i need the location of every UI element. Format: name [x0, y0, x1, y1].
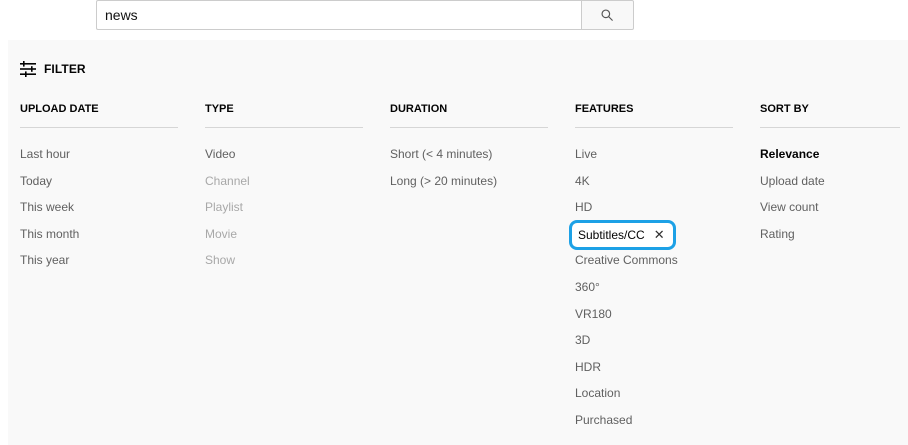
filter-option-show: Show — [205, 253, 236, 268]
search-input[interactable] — [96, 0, 581, 30]
group-title-sort-by: SORT BY — [760, 103, 809, 115]
group-title-upload-date: UPLOAD DATE — [20, 103, 99, 115]
selected-filter-label: Subtitles/CC — [578, 227, 645, 242]
filter-option-playlist: Playlist — [205, 200, 244, 215]
group-divider — [575, 127, 733, 128]
filter-option-this-year[interactable]: This year — [20, 253, 180, 280]
filter-option-3d[interactable]: 3D — [575, 333, 735, 360]
sort-option-rating[interactable]: Rating — [760, 227, 908, 254]
filter-option-movie: Movie — [205, 226, 238, 241]
group-divider — [390, 127, 548, 128]
filter-option-long[interactable]: Long (> 20 minutes) — [390, 174, 550, 201]
tune-icon — [20, 61, 36, 77]
search-button[interactable] — [580, 0, 634, 30]
filter-option-4k[interactable]: 4K — [575, 174, 735, 201]
sort-option-upload-date[interactable]: Upload date — [760, 174, 908, 201]
group-title-type: TYPE — [205, 103, 234, 115]
filter-group-type: TYPE Video Channel Playlist Movie Show — [205, 102, 365, 280]
filter-option-channel: Channel — [205, 173, 250, 188]
filter-option-hdr[interactable]: HDR — [575, 360, 735, 387]
filter-option-360[interactable]: 360° — [575, 280, 735, 307]
filter-option-creative-commons[interactable]: Creative Commons — [575, 253, 735, 280]
filter-option-short[interactable]: Short (< 4 minutes) — [390, 147, 550, 174]
filter-option-today[interactable]: Today — [20, 174, 180, 201]
filter-group-duration: DURATION Short (< 4 minutes) Long (> 20 … — [390, 102, 550, 200]
group-divider — [205, 127, 363, 128]
filter-group-upload-date: UPLOAD DATE Last hour Today This week Th… — [20, 102, 180, 280]
filter-panel: FILTER UPLOAD DATE Last hour Today This … — [8, 40, 908, 445]
sort-option-relevance[interactable]: Relevance — [760, 147, 908, 174]
filter-option-this-month[interactable]: This month — [20, 227, 180, 254]
filter-option-this-week[interactable]: This week — [20, 200, 180, 227]
sort-option-view-count[interactable]: View count — [760, 200, 908, 227]
filter-option-vr180[interactable]: VR180 — [575, 307, 735, 334]
filter-group-features: FEATURES Live 4K HD Subtitles/CC ✕ Creat… — [569, 102, 735, 440]
group-title-duration: DURATION — [390, 103, 448, 115]
filter-option-purchased[interactable]: Purchased — [575, 413, 735, 440]
filter-option-last-hour[interactable]: Last hour — [20, 147, 180, 174]
filter-option-location[interactable]: Location — [575, 386, 735, 413]
filter-option-live[interactable]: Live — [575, 147, 735, 174]
group-divider — [20, 127, 178, 128]
filter-option-subtitles-cc-selected[interactable]: Subtitles/CC ✕ — [569, 219, 676, 250]
close-icon[interactable]: ✕ — [654, 228, 665, 241]
group-divider — [760, 127, 900, 128]
filter-option-video[interactable]: Video — [205, 147, 365, 174]
filter-group-sort-by: SORT BY Relevance Upload date View count… — [760, 102, 908, 253]
filter-label: FILTER — [44, 62, 86, 76]
group-title-features: FEATURES — [575, 103, 634, 115]
filter-toggle-button[interactable]: FILTER — [19, 61, 86, 77]
search-bar — [96, 0, 634, 30]
search-icon — [601, 9, 614, 21]
